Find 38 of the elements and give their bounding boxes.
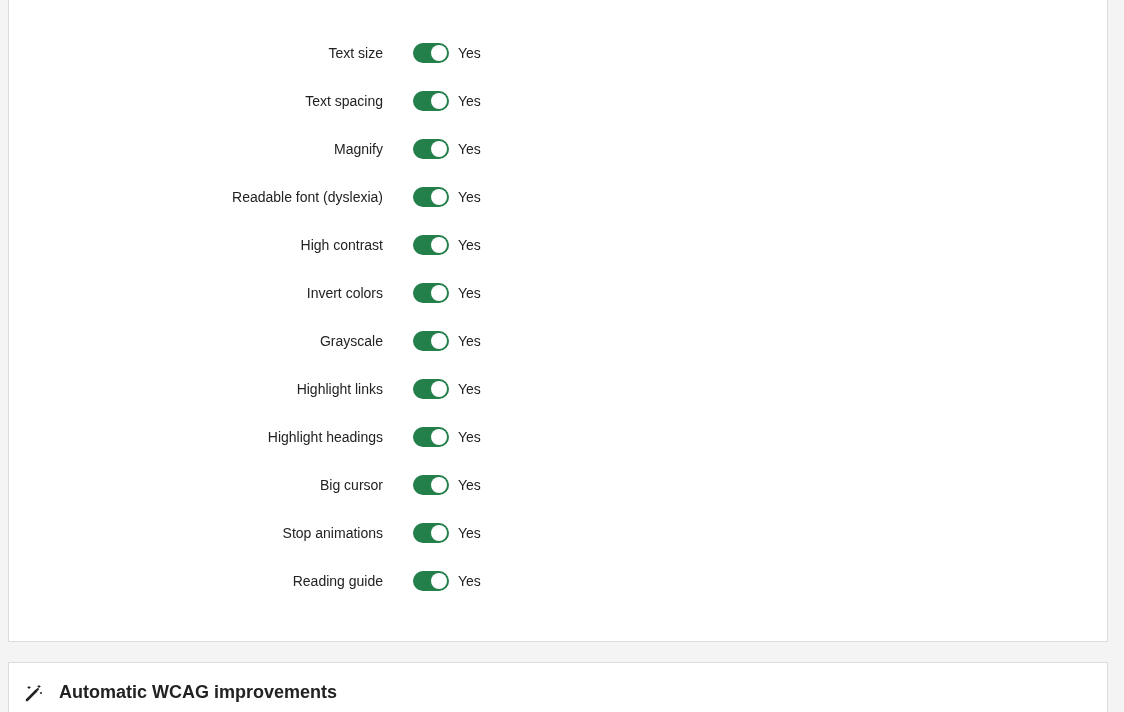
toggle-state-text: Yes <box>458 381 481 397</box>
toggle-state-text: Yes <box>458 573 481 589</box>
setting-label: Invert colors <box>305 285 383 301</box>
toggle-state-text: Yes <box>458 189 481 205</box>
setting-label: Grayscale <box>318 333 383 349</box>
section-title: Automatic WCAG improvements <box>59 682 338 703</box>
toggle-switch[interactable] <box>413 187 449 207</box>
toggle-state-text: Yes <box>458 477 481 493</box>
toggle-state-text: Yes <box>458 429 481 445</box>
setting-label: Text size <box>327 45 383 61</box>
setting-label: Readable font (dyslexia) <box>231 189 383 205</box>
toggle-switch[interactable] <box>413 283 449 303</box>
toggle-state-text: Yes <box>458 285 481 301</box>
toggle-switch[interactable] <box>413 139 449 159</box>
toggle-state-text: Yes <box>458 525 481 541</box>
magic-wand-icon <box>25 683 43 702</box>
setting-label: Reading guide <box>291 573 383 589</box>
setting-label: Highlight headings <box>266 429 383 445</box>
setting-label: Big cursor <box>318 477 383 493</box>
toggle-switch[interactable] <box>413 331 449 351</box>
toggle-state-text: Yes <box>458 333 481 349</box>
setting-label: Text spacing <box>304 93 383 109</box>
toggle-switch[interactable] <box>413 43 449 63</box>
toggle-state-text: Yes <box>458 93 481 109</box>
setting-label: High contrast <box>299 237 383 253</box>
toggle-switch[interactable] <box>413 235 449 255</box>
toggle-state-text: Yes <box>458 141 481 157</box>
setting-label: Highlight links <box>295 381 383 397</box>
toggle-state-text: Yes <box>458 45 481 61</box>
toggle-switch[interactable] <box>413 523 449 543</box>
toggle-state-text: Yes <box>458 237 481 253</box>
toggle-switch[interactable] <box>413 571 449 591</box>
toggle-switch[interactable] <box>413 427 449 447</box>
setting-label: Magnify <box>332 141 383 157</box>
toggle-switch[interactable] <box>413 379 449 399</box>
toggle-switch[interactable] <box>413 91 449 111</box>
setting-label: Stop animations <box>281 525 383 541</box>
toggle-switch[interactable] <box>413 475 449 495</box>
